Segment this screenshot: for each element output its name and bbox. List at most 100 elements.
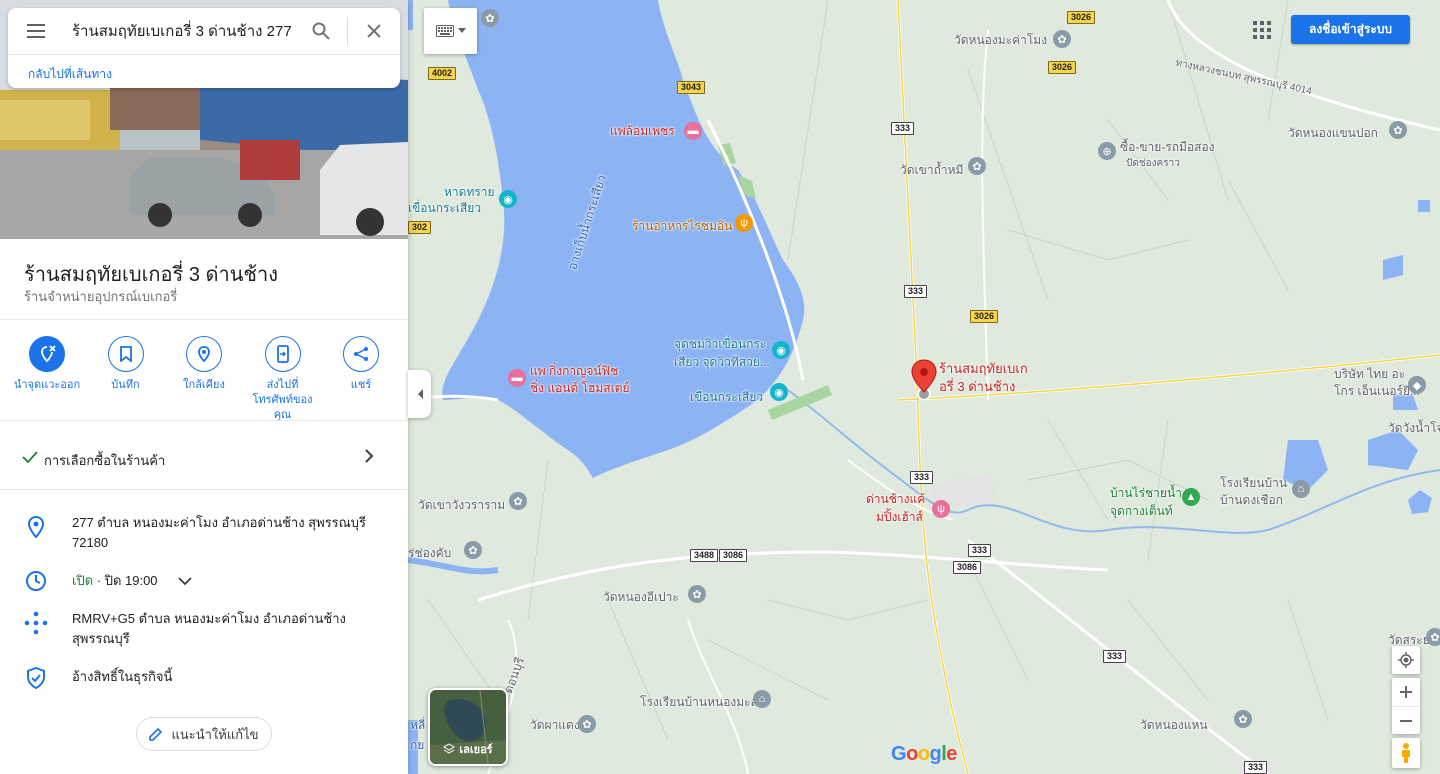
remove-stop-icon bbox=[29, 336, 65, 372]
my-location-icon bbox=[1398, 652, 1414, 668]
school-icon[interactable]: ⌂ bbox=[753, 690, 771, 708]
road-shield: 4002 bbox=[428, 67, 457, 80]
poi-label: ปัดช่องคราว bbox=[1126, 158, 1180, 169]
temple-label: วัดหนองอีเปาะ bbox=[603, 590, 679, 604]
map-canvas[interactable]: อ่างเก็บน้ำกระเสียว ✿ ✿ วัดหนองมะค่าโมง … bbox=[408, 0, 1440, 774]
road-shield: 3086 bbox=[953, 561, 982, 574]
action-label: นำจุดแวะออก bbox=[13, 379, 81, 391]
street-view-pegman-button[interactable] bbox=[1392, 738, 1420, 768]
temple-icon[interactable]: ✿ bbox=[968, 157, 986, 175]
pencil-icon bbox=[149, 727, 163, 741]
road-shield: 3026 bbox=[1048, 61, 1077, 74]
menu-button[interactable] bbox=[8, 8, 64, 55]
plus-icon bbox=[1400, 686, 1412, 698]
plus-code-row[interactable]: RMRV+G5 ตำบล หนองมะค่าโมง อำเภอด่านช้าง … bbox=[0, 609, 408, 653]
temple-icon[interactable]: ✿ bbox=[1053, 30, 1071, 48]
chevron-down-icon[interactable] bbox=[178, 577, 192, 586]
temple-icon[interactable]: ✿ bbox=[1389, 121, 1407, 139]
hotel-icon[interactable]: ▬ bbox=[508, 369, 526, 387]
in-store-shopping-row[interactable]: การเลือกซื้อในร้านค้า bbox=[0, 438, 408, 478]
shop-icon[interactable]: ⊕ bbox=[1098, 142, 1116, 160]
camera-icon[interactable]: ◉ bbox=[772, 341, 790, 359]
camera-icon[interactable]: ◉ bbox=[770, 383, 788, 401]
poi-label: บริษัท ไทย อะ bbox=[1334, 367, 1406, 381]
school-icon[interactable]: ⌂ bbox=[1292, 480, 1310, 498]
company-icon[interactable]: ◆ bbox=[1408, 376, 1426, 394]
send-to-phone-button[interactable]: ส่งไปที่โทรศัพท์ของคุณ bbox=[248, 336, 318, 423]
road-shield: 333 bbox=[1244, 761, 1268, 774]
divider bbox=[0, 489, 408, 490]
temple-label: วัดผาแดง bbox=[530, 718, 580, 732]
hours-row[interactable]: เปิด · ปิด 19:00 bbox=[0, 571, 408, 595]
layers-button[interactable]: เลเยอร์ bbox=[428, 688, 508, 766]
camera-icon[interactable]: ◉ bbox=[499, 190, 517, 208]
temple-icon[interactable]: ✿ bbox=[578, 715, 596, 733]
hours-detail: · ปิด 19:00 bbox=[93, 573, 158, 588]
temple-icon[interactable]: ✿ bbox=[509, 492, 527, 510]
temple-icon[interactable]: ✿ bbox=[481, 9, 499, 27]
poi-label: ซื้อ-ขาย-รถมือสอง bbox=[1120, 140, 1215, 154]
check-icon bbox=[22, 451, 38, 464]
search-button[interactable] bbox=[295, 8, 347, 55]
temple-icon[interactable]: ✿ bbox=[464, 541, 482, 559]
road-shield: 3026 bbox=[970, 310, 999, 323]
restaurant-icon[interactable]: ψ bbox=[735, 214, 753, 232]
shield-check-icon bbox=[24, 666, 48, 690]
temple-icon[interactable]: ✿ bbox=[1426, 628, 1440, 646]
poi-label: ร้านอาหารไร่ชมอิน bbox=[632, 219, 733, 233]
zoom-in-button[interactable] bbox=[1392, 678, 1420, 706]
remove-stop-button[interactable]: นำจุดแวะออก bbox=[12, 336, 82, 423]
collapse-panel-button[interactable] bbox=[408, 370, 431, 418]
road-shield: 302 bbox=[408, 221, 432, 234]
address-row[interactable]: 277 ตำบล หนองมะค่าโมง อำเภอด่านช้าง สุพร… bbox=[0, 513, 408, 557]
plus-code-icon bbox=[24, 611, 48, 635]
zoom-out-button[interactable] bbox=[1392, 706, 1420, 734]
nearby-button[interactable]: ใกล้เคียง bbox=[169, 336, 239, 423]
back-to-route-link[interactable]: กลับไปที่เส้นทาง bbox=[8, 55, 400, 84]
temple-icon[interactable]: ✿ bbox=[1234, 710, 1252, 728]
apps-grid-button[interactable] bbox=[1248, 16, 1276, 44]
suggest-edit-button[interactable]: แนะนำให้แก้ไข bbox=[136, 717, 272, 751]
zoom-controls bbox=[1392, 678, 1420, 734]
hours-text: เปิด · ปิด 19:00 bbox=[72, 571, 192, 591]
temple-label: วัดเขาวังวราราม bbox=[418, 498, 506, 512]
road-shield: 3488 bbox=[690, 549, 719, 562]
poi-label: เขื่อนกระเสียว bbox=[408, 201, 482, 215]
temple-icon[interactable]: ✿ bbox=[688, 585, 706, 603]
location-pin-icon[interactable] bbox=[910, 358, 938, 400]
save-button[interactable]: บันทึก bbox=[91, 336, 161, 423]
layers-icon bbox=[443, 743, 456, 754]
restaurant-icon[interactable]: ψ bbox=[932, 500, 950, 518]
action-label: แชร์ bbox=[350, 379, 372, 391]
my-location-button[interactable] bbox=[1392, 646, 1420, 674]
bookmark-icon bbox=[107, 336, 144, 372]
campsite-icon[interactable]: ▲ bbox=[1182, 488, 1200, 506]
road-shield: 333 bbox=[910, 471, 934, 484]
nearby-icon bbox=[186, 336, 222, 372]
close-icon bbox=[367, 24, 381, 38]
clear-search-button[interactable] bbox=[348, 8, 400, 55]
action-label: บันทึก bbox=[111, 379, 140, 391]
pegman-icon bbox=[1402, 743, 1410, 763]
sign-in-button[interactable]: ลงชื่อเข้าสู่ระบบ bbox=[1291, 15, 1410, 44]
plus-code-text: RMRV+G5 ตำบล หนองมะค่าโมง อำเภอด่านช้าง … bbox=[72, 611, 346, 646]
poi-label: เขื่อนกระเสียว bbox=[690, 390, 764, 404]
google-logo: Google bbox=[891, 743, 957, 765]
road-shield: 333 bbox=[891, 122, 915, 135]
road-shield: 333 bbox=[1103, 650, 1127, 663]
search-input[interactable] bbox=[64, 7, 295, 55]
divider bbox=[0, 319, 408, 320]
claim-business-row[interactable]: อ้างสิทธิ์ในธุรกิจนี้ bbox=[0, 667, 408, 691]
road-shield: 333 bbox=[904, 285, 928, 298]
place-category-link[interactable]: ร้านจำหน่ายอุปกรณ์เบเกอรี่ bbox=[24, 286, 177, 307]
poi-label: หาดทราย bbox=[444, 185, 495, 199]
poi-label: ด่านช้างแค้ bbox=[866, 492, 926, 506]
search-icon bbox=[312, 22, 330, 40]
maps-app: อ่างเก็บน้ำกระเสียว ✿ ✿ วัดหนองมะค่าโมง … bbox=[0, 0, 1440, 774]
share-icon bbox=[343, 336, 379, 372]
layers-label: เลเยอร์ bbox=[459, 744, 493, 756]
keyboard-toggle-button[interactable] bbox=[424, 8, 477, 54]
hotel-icon[interactable]: ▬ bbox=[684, 122, 702, 140]
share-button[interactable]: แชร์ bbox=[326, 336, 396, 423]
in-store-shopping-label: การเลือกซื้อในร้านค้า bbox=[44, 453, 166, 468]
